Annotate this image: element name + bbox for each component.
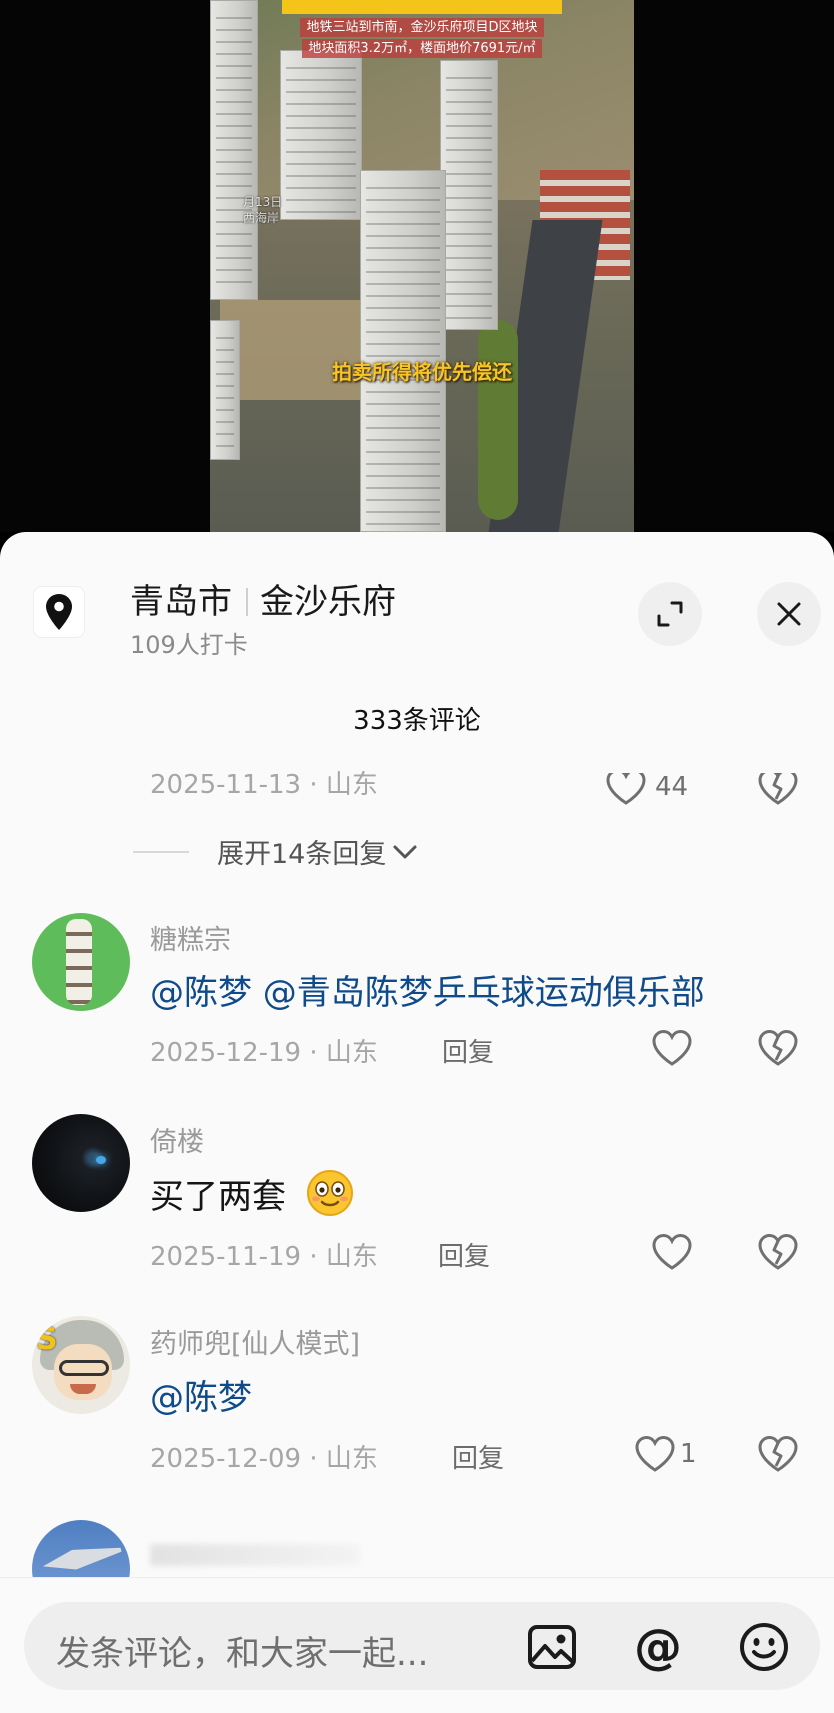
reply-button[interactable]: 回复 (436, 764, 488, 801)
reply-button[interactable]: 回复 (438, 1236, 490, 1273)
close-button[interactable] (757, 582, 821, 646)
comment-input[interactable]: 发条评论，和大家一起... @ (24, 1602, 820, 1690)
overlay-date: 月13日 (243, 195, 283, 209)
divider (246, 588, 248, 616)
expand-replies-label: 展开14条回复 (217, 839, 387, 870)
like-count: 44 (655, 772, 689, 802)
comment-username (150, 1544, 360, 1566)
image-icon[interactable] (524, 1620, 580, 1674)
comment-text[interactable]: @陈梦 (150, 1370, 252, 1419)
comment-meta: 2025-12-19 · 山东 回复 (150, 1032, 494, 1069)
video-player[interactable]: 地铁三站到市南，金沙乐府项目D区地块 地块面积3.2万㎡，楼面地价7691元/㎡… (0, 0, 834, 532)
smile-emoji-icon (306, 1170, 353, 1216)
avatar-art (66, 919, 92, 1005)
video-caption: 地铁三站到市南，金沙乐府项目D区地块 地块面积3.2万㎡，楼面地价7691元/㎡ (210, 16, 634, 58)
avatar-art (96, 1156, 106, 1164)
comment-text[interactable]: 买了两套 (150, 1168, 355, 1218)
reply-button[interactable]: 回复 (442, 1032, 494, 1069)
comment-date-region: 2025-12-09 · 山东 (150, 1444, 378, 1474)
emoji-icon[interactable] (736, 1620, 792, 1674)
comment-username[interactable]: 糖糕宗 (150, 918, 231, 957)
avatar[interactable] (32, 1114, 130, 1212)
avatar-art: S (36, 1322, 58, 1357)
heart-icon (635, 1435, 675, 1472)
comment-meta: 2025-12-09 · 山东 回复 (150, 1438, 504, 1475)
comment-date-region: 2025-11-19 · 山东 (150, 1242, 378, 1272)
divider (133, 850, 189, 853)
avatar-art (59, 1360, 109, 1376)
checkin-count: 109人打卡 (130, 631, 248, 659)
heart-icon (652, 1029, 692, 1066)
chevron-down-icon (393, 845, 417, 858)
avatar[interactable] (32, 913, 130, 1011)
broken-heart-icon (758, 1233, 798, 1270)
video-overlay-date: 月13日 西海岸 (243, 194, 282, 226)
location-place: 金沙乐府 (260, 582, 396, 622)
dislike-button[interactable] (757, 773, 799, 811)
like-button[interactable] (651, 1232, 693, 1272)
comment-text-content: 买了两套 (150, 1177, 286, 1217)
comment-date-region: 2025-12-19 · 山东 (150, 1038, 378, 1068)
overlay-place: 西海岸 (243, 211, 280, 225)
building (280, 50, 362, 220)
like-button[interactable] (651, 1028, 693, 1068)
location-pin-icon[interactable] (34, 587, 84, 637)
comment-input-bar: 发条评论，和大家一起... @ (0, 1577, 834, 1713)
expand-replies-button[interactable]: 展开14条回复 (133, 832, 418, 871)
comment-input-placeholder: 发条评论，和大家一起... (56, 1634, 429, 1674)
dislike-button[interactable] (757, 1232, 799, 1276)
like-count: 1 (680, 1439, 697, 1469)
caption-line: 地铁三站到市南，金沙乐府项目D区地块 (300, 18, 544, 37)
tree-row (478, 320, 518, 520)
like-button[interactable]: 44 (605, 772, 689, 807)
building (360, 170, 446, 532)
dislike-button[interactable] (757, 1028, 799, 1072)
video-title-strip (282, 0, 562, 14)
comment-sheet: 青岛市 金沙乐府 109人打卡 333条评论 2025-11-13 · 山东 回复… (0, 532, 834, 1713)
avatar-art (41, 1540, 123, 1576)
location-city: 青岛市 (130, 582, 232, 622)
construction-field (220, 300, 370, 400)
building (210, 320, 240, 460)
broken-heart-icon (758, 1435, 798, 1472)
comment-date-region: 2025-11-13 · 山东 (150, 770, 378, 800)
comment-username[interactable]: 药师兜[仙人模式] (150, 1322, 360, 1361)
heart-icon (652, 1233, 692, 1270)
expand-icon (657, 601, 683, 627)
comments-count-header: 333条评论 (353, 706, 481, 736)
video-subtitle: 拍卖所得将优先偿还 (332, 360, 512, 384)
close-icon (777, 602, 801, 626)
comment-meta: 2025-11-13 · 山东 回复 (150, 770, 378, 801)
dislike-button[interactable] (757, 1434, 799, 1478)
heart-icon (606, 773, 646, 805)
avatar[interactable]: S (32, 1316, 130, 1414)
broken-heart-icon (758, 773, 798, 805)
comment-meta: 2025-11-19 · 山东 回复 (150, 1236, 490, 1273)
broken-heart-icon (758, 1029, 798, 1066)
caption-line: 地块面积3.2万㎡，楼面地价7691元/㎡ (302, 39, 542, 58)
like-button[interactable]: 1 (634, 1434, 697, 1474)
video-frame: 地铁三站到市南，金沙乐府项目D区地块 地块面积3.2万㎡，楼面地价7691元/㎡… (210, 0, 634, 532)
location-title[interactable]: 青岛市 金沙乐府 (130, 574, 396, 623)
comment-username[interactable]: 倚楼 (150, 1120, 204, 1159)
building (440, 60, 498, 330)
at-icon[interactable]: @ (630, 1619, 686, 1675)
reply-button[interactable]: 回复 (452, 1438, 504, 1475)
comment-text[interactable]: @陈梦 @青岛陈梦乒乓球运动俱乐部 (150, 965, 705, 1014)
expand-button[interactable] (638, 582, 702, 646)
